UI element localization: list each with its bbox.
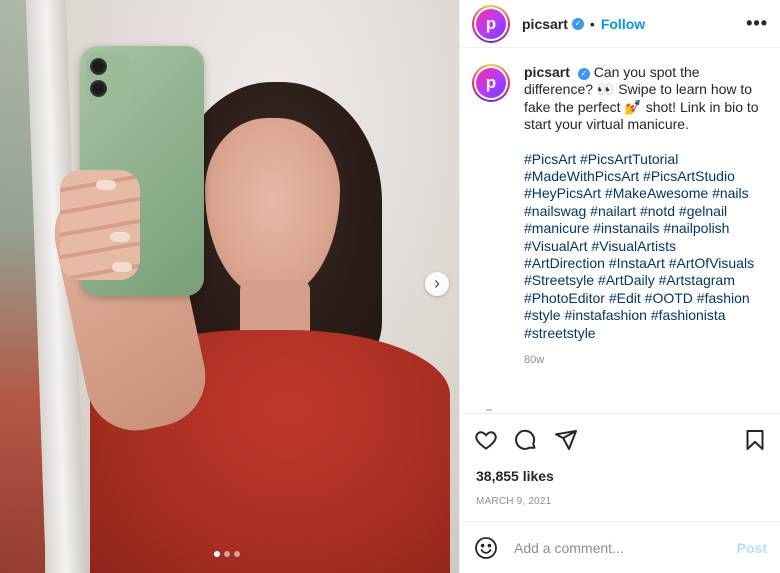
emoji-icon[interactable]: [474, 536, 498, 560]
header-separator: •: [589, 15, 595, 32]
hashtag-link[interactable]: #Edit: [609, 290, 641, 306]
avatar[interactable]: p: [472, 4, 510, 43]
carousel-next-button[interactable]: ›: [425, 272, 449, 296]
follow-button[interactable]: Follow: [601, 16, 645, 32]
hashtag-link[interactable]: #streetstyle: [524, 325, 596, 341]
verified-badge-icon: ✓: [571, 17, 584, 30]
header-username[interactable]: picsart: [522, 16, 568, 32]
avatar-ring: p: [474, 6, 508, 41]
bookmark-icon[interactable]: [743, 428, 767, 452]
carousel-dot: [224, 551, 230, 557]
hashtag-link[interactable]: #PicsArt: [524, 151, 576, 167]
hashtag-link[interactable]: #instafashion: [564, 307, 647, 323]
carousel-dot: [234, 551, 240, 557]
chevron-right-icon: ›: [434, 273, 440, 293]
phone-lens: [90, 80, 107, 97]
hashtag-link[interactable]: #MadeWithPicsArt: [524, 168, 639, 184]
photo-nail: [110, 232, 130, 242]
hashtag-link[interactable]: #style: [524, 307, 561, 323]
comment-input[interactable]: [514, 539, 737, 556]
hashtag-link[interactable]: #nails: [712, 185, 749, 201]
carousel-indicator: [214, 551, 240, 557]
post-comment-button[interactable]: Post: [737, 540, 767, 556]
hashtag-link[interactable]: #VisualArtists: [591, 238, 676, 254]
hashtag-list: #PicsArt #PicsArtTutorial #MadeWithPicsA…: [524, 151, 760, 342]
like-count[interactable]: 38,855 likes: [460, 468, 780, 484]
hashtag-link[interactable]: #fashionista: [651, 307, 726, 323]
carousel-dot: [214, 551, 220, 557]
post-date[interactable]: MARCH 9, 2021: [460, 496, 780, 507]
hashtag-link[interactable]: #fashion: [697, 290, 750, 306]
comment-icon[interactable]: [514, 428, 538, 452]
hashtag-link[interactable]: #manicure: [524, 220, 589, 236]
hashtag-link[interactable]: #PicsArtTutorial: [580, 151, 678, 167]
loading-indicator: [486, 409, 492, 411]
share-icon[interactable]: [554, 428, 578, 452]
caption-section: p picsart ✓ Can you spot the difference?…: [460, 48, 780, 413]
action-icons: [460, 414, 780, 466]
caption: picsart ✓ Can you spot the difference? 👀…: [524, 64, 760, 134]
hashtag-link[interactable]: #VisualArt: [524, 238, 588, 254]
hashtag-link[interactable]: #ArtDirection: [524, 255, 605, 271]
hashtag-link[interactable]: #InstaArt: [609, 255, 665, 271]
avatar-ring: p: [474, 66, 508, 100]
heart-icon[interactable]: [474, 428, 498, 452]
hashtag-link[interactable]: #nailswag: [524, 203, 586, 219]
hashtag-link[interactable]: #PhotoEditor: [524, 290, 605, 306]
hashtag-link[interactable]: #PicsArtStudio: [643, 168, 735, 184]
hashtag-link[interactable]: #nailpolish: [663, 220, 729, 236]
hashtag-link[interactable]: #ArtDaily: [598, 272, 655, 288]
post-header: p picsart ✓ • Follow •••: [460, 0, 780, 48]
caption-avatar[interactable]: p: [472, 64, 510, 102]
photo-nail: [112, 262, 132, 272]
hashtag-link[interactable]: #HeyPicsArt: [524, 185, 601, 201]
hashtag-link[interactable]: #OOTD: [645, 290, 693, 306]
avatar-logo: p: [476, 8, 506, 39]
hashtag-link[interactable]: #gelnail: [679, 203, 727, 219]
hashtag-link[interactable]: #MakeAwesome: [605, 185, 708, 201]
hashtag-link[interactable]: #notd: [640, 203, 675, 219]
caption-username[interactable]: picsart: [524, 64, 570, 80]
post-side-panel: p picsart ✓ • Follow ••• p picsart ✓ Can…: [459, 0, 780, 573]
hashtag-link[interactable]: #nailart: [590, 203, 636, 219]
hashtag-link[interactable]: #instanails: [593, 220, 659, 236]
post-photo[interactable]: ›: [0, 0, 459, 573]
caption-text-block: picsart ✓ Can you spot the difference? 👀…: [524, 64, 760, 413]
phone-lens: [90, 58, 107, 75]
action-bar: 38,855 likes MARCH 9, 2021: [460, 413, 780, 507]
hashtag-link[interactable]: #ArtOfVisuals: [669, 255, 754, 271]
hashtag-link[interactable]: #Streetsyle: [524, 272, 594, 288]
photo-nail: [96, 180, 116, 190]
more-options-icon[interactable]: •••: [746, 13, 768, 34]
post-age[interactable]: 80w: [524, 352, 760, 369]
verified-badge-icon: ✓: [577, 67, 590, 80]
comment-form: Post: [460, 521, 780, 573]
hashtag-link[interactable]: #Artstagram: [659, 272, 735, 288]
avatar-logo: p: [476, 68, 506, 98]
